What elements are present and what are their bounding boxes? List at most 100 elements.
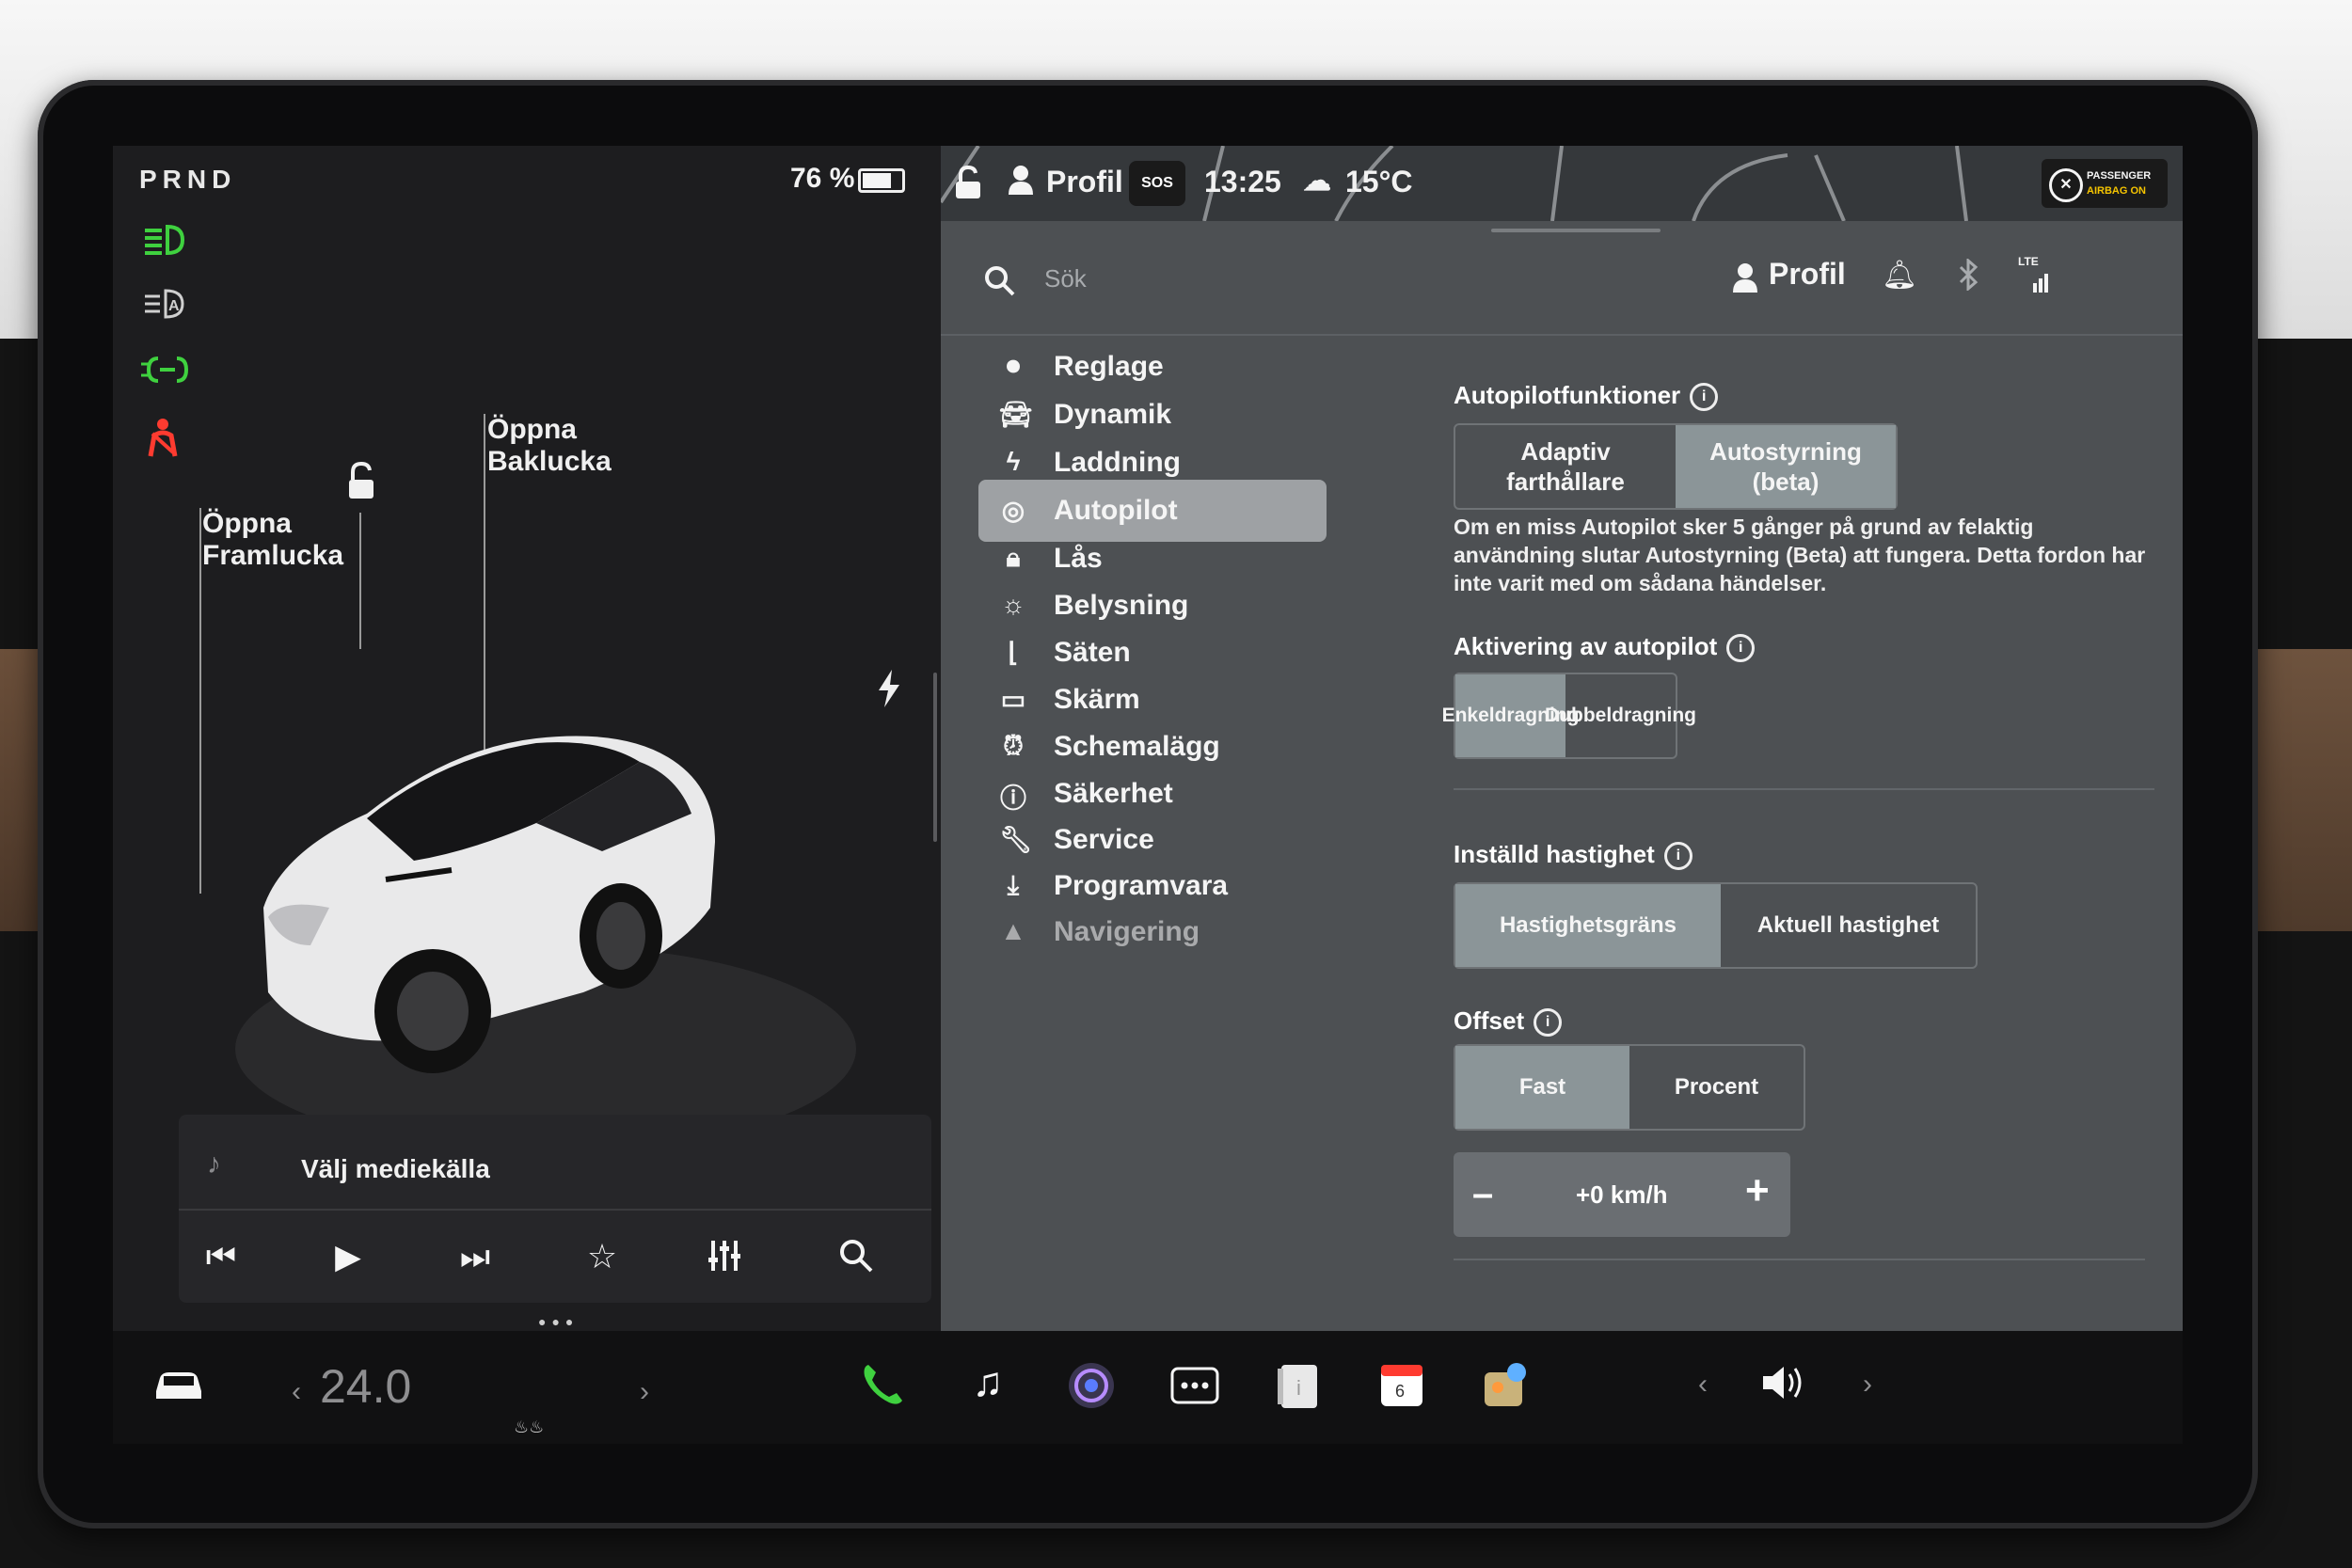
settings-panel: Profil SOS 13:25 ☁ 15°C ✕ PASSENGER AIRB… (941, 146, 2183, 1331)
lte-label: LTE (2018, 255, 2039, 268)
fixed-offset-option[interactable]: Fast (1455, 1046, 1629, 1129)
seat-heater-icon[interactable]: ♨♨ (514, 1418, 544, 1437)
autopilot-features-selector: Adaptiv farthållare Autostyrning (beta) (1454, 423, 1898, 510)
decrease-offset-button[interactable]: – (1472, 1173, 1493, 1215)
airbag-line2: AIRBAG ON (2087, 185, 2146, 197)
airbag-line1: PASSENGER (2087, 170, 2152, 182)
gear-indicator: PRND (139, 165, 237, 194)
offset-label: Offset (1454, 1006, 1525, 1035)
wrench-icon: 🔧︎ (999, 825, 1033, 854)
autosteer-option[interactable]: Autostyrning (beta) (1676, 425, 1896, 508)
offset-title: Offset i (1454, 1006, 1563, 1037)
autopilot-activation-selector: Enkeldragning Dubbeldragning (1442, 673, 1696, 759)
percent-offset-option[interactable]: Procent (1629, 1046, 1804, 1129)
battery-percent: 76 % (790, 163, 855, 194)
menu-item-label: Belysning (1054, 590, 1189, 621)
media-search-icon[interactable] (828, 1237, 884, 1283)
car-panel: PRND 76 % A Öppna Framlucka Öppna Bakluc… (113, 146, 941, 1331)
camera-icon[interactable] (1063, 1359, 1120, 1416)
sos-button[interactable]: SOS (1129, 161, 1185, 206)
menu-item-label: Navigering (1054, 916, 1200, 947)
svg-text:A: A (168, 298, 180, 314)
info-icon[interactable]: i (1663, 842, 1692, 871)
seatbelt-warning-icon (141, 417, 184, 468)
previous-track-icon[interactable]: ⏮ (193, 1237, 249, 1277)
volume-up-chevron-icon[interactable]: › (1863, 1369, 1872, 1401)
menu-item-label: Programvara (1054, 870, 1229, 901)
equalizer-icon[interactable] (696, 1237, 753, 1283)
calendar-day: 6 (1394, 1382, 1405, 1401)
manual-icon[interactable]: i (1270, 1359, 1327, 1416)
info-icon[interactable]: i (1690, 383, 1719, 412)
media-source-button[interactable]: Välj mediekälla (301, 1154, 490, 1184)
set-speed-label: Inställd hastighet (1454, 840, 1655, 868)
menu-item-label: Skärm (1054, 684, 1140, 715)
section-divider (1454, 1259, 2145, 1260)
set-speed-selector: Hastighetsgräns Aktuell hastighet (1454, 882, 1978, 969)
alarm-icon: ⏰︎ (1003, 731, 1024, 760)
frunk-callout-line (199, 508, 201, 894)
current-speed-option[interactable]: Aktuell hastighet (1721, 884, 1976, 967)
wood-trim-right (2258, 649, 2352, 931)
menu-item-label: Säkerhet (1054, 778, 1173, 809)
profile-top-icon[interactable] (1007, 165, 1035, 202)
profile-button[interactable]: Profil (1769, 257, 1846, 292)
profile-icon[interactable] (1731, 262, 1759, 297)
lock-status-icon[interactable] (952, 165, 984, 207)
menu-item-label: Schemalägg (1054, 731, 1220, 762)
speed-limit-option[interactable]: Hastighetsgräns (1455, 884, 1721, 967)
more-apps-icon[interactable] (1167, 1359, 1223, 1416)
bluetooth-icon[interactable] (1957, 257, 1979, 298)
media-player: ♪ Välj mediekälla ⏮ ▶ ⏭ ☆ (179, 1115, 931, 1303)
info-icon[interactable]: i (1534, 1008, 1563, 1037)
adaptive-cruise-option[interactable]: Adaptiv farthållare (1455, 425, 1676, 508)
open-trunk-button[interactable]: Öppna Baklucka (487, 414, 612, 478)
menu-item-navigering[interactable]: ▲ Navigering (978, 901, 1327, 963)
menu-item-label: Autopilot (1054, 495, 1178, 526)
unlock-icon[interactable] (343, 461, 381, 507)
music-icon[interactable]: ♫ (960, 1359, 1016, 1416)
toybox-icon[interactable] (1477, 1359, 1534, 1416)
fog-light-icon (141, 351, 194, 397)
headlight-icon (141, 221, 188, 267)
svg-text:i: i (1296, 1376, 1301, 1400)
set-speed-title: Inställd hastighet i (1454, 840, 1692, 871)
play-icon[interactable]: ▶ (320, 1237, 376, 1276)
open-frunk-button[interactable]: Öppna Framlucka (202, 508, 343, 572)
increase-offset-button[interactable]: + (1745, 1167, 1770, 1214)
sun-icon: ☼ (1001, 590, 1025, 619)
info-icon[interactable]: i (1726, 634, 1756, 663)
clock: 13:25 (1204, 165, 1281, 198)
temp-down-chevron-icon[interactable]: ‹ (292, 1376, 301, 1408)
car-image (235, 736, 856, 1152)
music-note-icon: ♪ (207, 1148, 221, 1180)
notification-bell-icon[interactable]: 🔔︎ (1882, 259, 1917, 292)
double-pull-option[interactable]: Dubbeldragning (1545, 674, 1696, 757)
passenger-airbag-indicator: ✕ PASSENGER AIRBAG ON (2042, 159, 2168, 208)
cabin-temperature[interactable]: 24.0 (320, 1359, 411, 1414)
search-input[interactable]: Sök (1044, 264, 1087, 293)
car-icon[interactable] (151, 1359, 207, 1416)
menu-item-label: Service (1054, 824, 1154, 855)
calendar-icon[interactable]: 6 (1374, 1359, 1430, 1416)
profile-top-label[interactable]: Profil (1046, 165, 1123, 199)
screen-icon: ▭ (1000, 685, 1026, 714)
menu-item-label: Säten (1054, 637, 1131, 668)
search-icon[interactable] (983, 264, 1017, 303)
temp-up-chevron-icon[interactable]: › (640, 1376, 649, 1408)
next-track-icon[interactable]: ⏭ (447, 1237, 503, 1277)
volume-down-chevron-icon[interactable]: ‹ (1698, 1369, 1708, 1401)
volume-icon[interactable] (1759, 1359, 1816, 1416)
panel-scrollbar[interactable] (933, 673, 937, 842)
outside-temperature: 15°C (1345, 165, 1413, 198)
navigation-icon: ▲ (1000, 916, 1026, 945)
menu-item-label: Laddning (1054, 447, 1181, 478)
bolt-icon: ϟ (1006, 447, 1021, 476)
favorite-star-icon[interactable]: ☆ (574, 1237, 630, 1276)
download-icon: ⤓ (1007, 870, 1020, 899)
phone-icon[interactable] (856, 1359, 913, 1416)
section-divider (1454, 788, 2154, 790)
offset-selector: Fast Procent (1454, 1044, 1805, 1131)
weather-icon: ☁ (1303, 166, 1331, 197)
media-divider (179, 1209, 931, 1211)
